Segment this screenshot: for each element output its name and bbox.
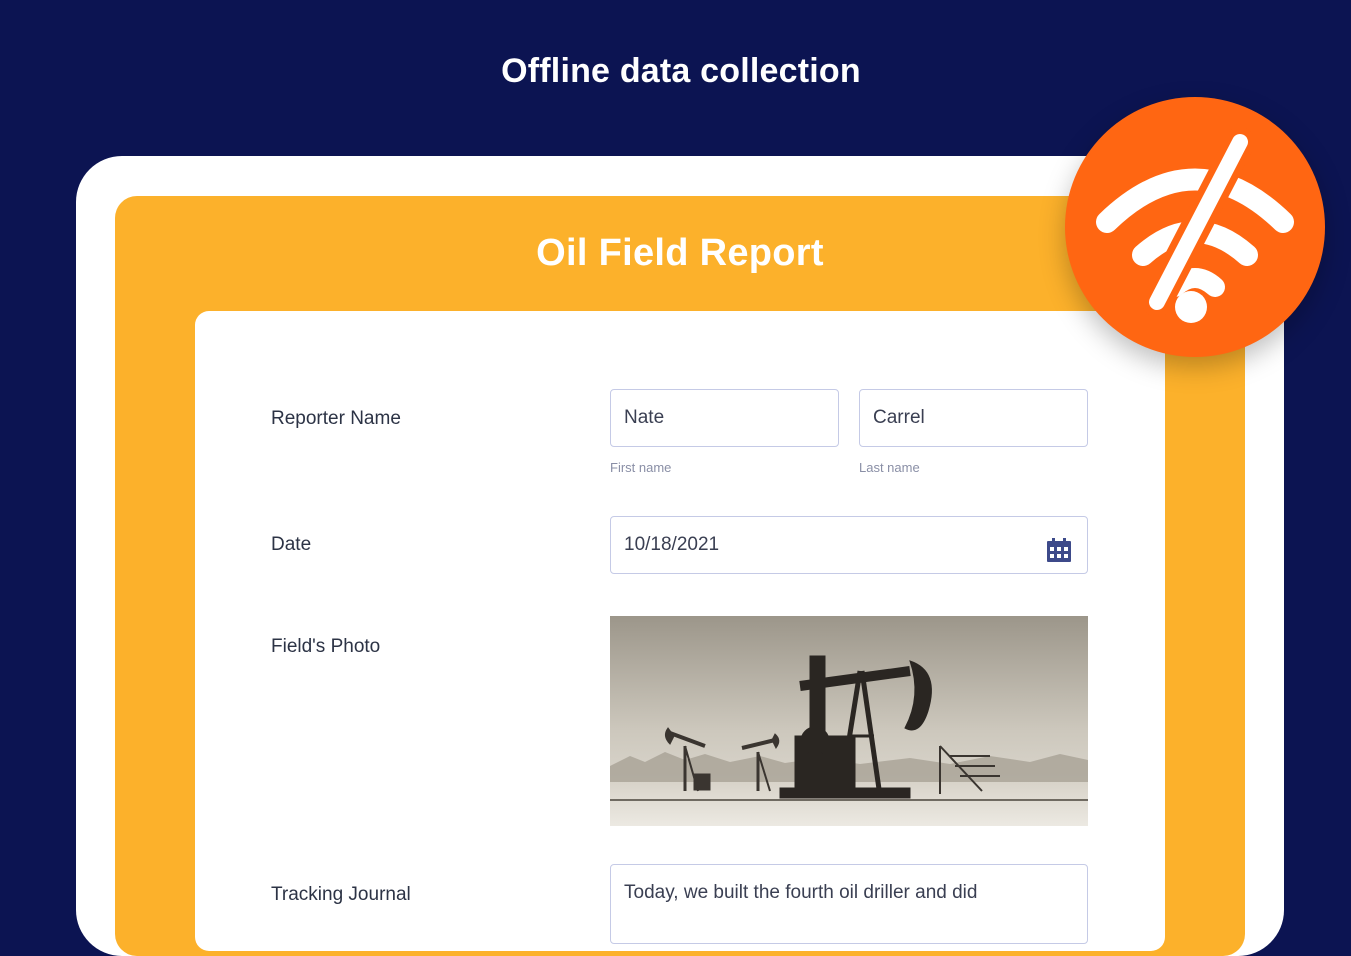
first-name-input[interactable]: Nate: [610, 389, 839, 447]
journal-textarea[interactable]: Today, we built the fourth oil driller a…: [610, 864, 1088, 944]
last-name-sublabel: Last name: [859, 460, 920, 475]
reporter-name-label: Reporter Name: [271, 408, 401, 429]
photo-label: Field's Photo: [271, 636, 381, 657]
headline: Offline data collection: [501, 52, 861, 90]
calendar-icon[interactable]: [1045, 531, 1073, 562]
date-label: Date: [271, 534, 312, 555]
date-value: 10/18/2021: [624, 534, 720, 555]
last-name-input[interactable]: Carrel: [859, 389, 1088, 447]
offline-badge: [1065, 97, 1325, 357]
journal-label: Tracking Journal: [271, 884, 411, 905]
wifi-off-icon: [1096, 127, 1294, 323]
field-photo[interactable]: [610, 616, 1088, 826]
date-input[interactable]: 10/18/2021: [610, 516, 1088, 574]
first-name-sublabel: First name: [610, 460, 672, 475]
